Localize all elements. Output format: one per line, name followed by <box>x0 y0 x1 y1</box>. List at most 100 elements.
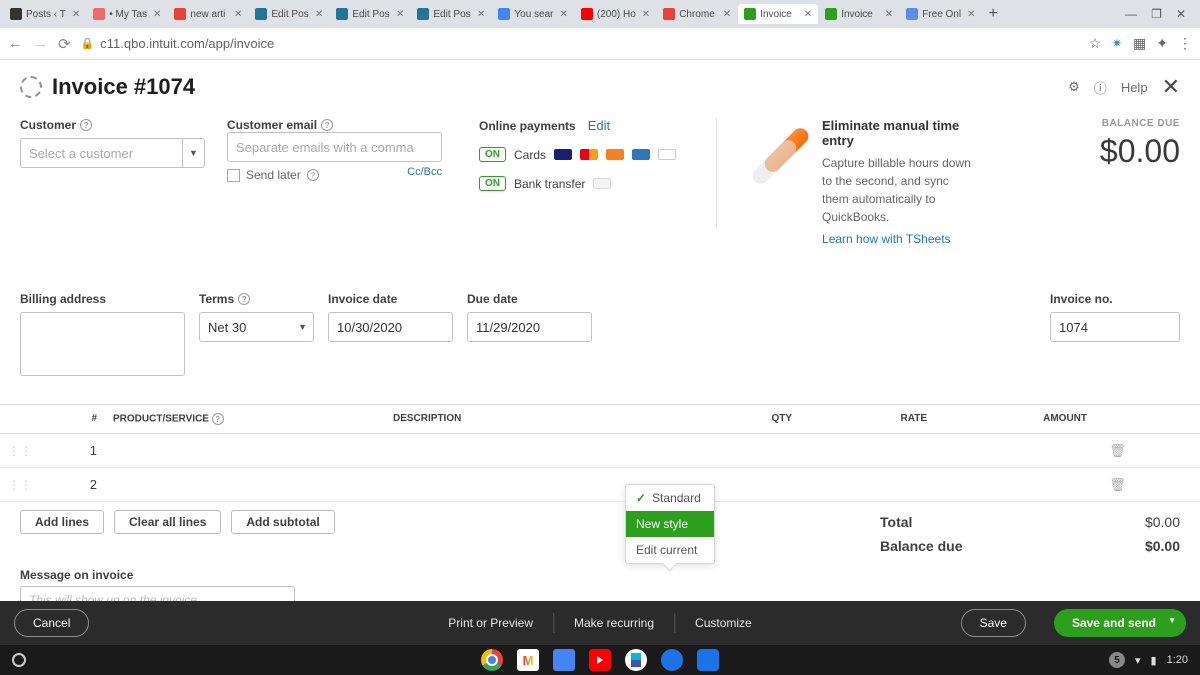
minimize-icon[interactable]: — <box>1125 7 1137 21</box>
terms-select[interactable]: Net 30 ▼ <box>199 312 314 342</box>
invoice-no-label: Invoice no. <box>1050 292 1113 306</box>
menu-icon[interactable]: ⋮ <box>1178 35 1192 52</box>
star-icon[interactable]: ☆ <box>1089 35 1102 52</box>
clock[interactable]: 1:20 <box>1167 654 1188 666</box>
close-icon[interactable]: ✕ <box>560 9 568 20</box>
history-icon[interactable] <box>20 76 42 98</box>
save-send-button[interactable]: Save and send <box>1054 609 1186 637</box>
drag-handle-icon[interactable]: ⋮⋮ <box>0 444 40 458</box>
tab-editpost1[interactable]: Edit Pos✕ <box>249 4 329 24</box>
clear-lines-button[interactable]: Clear all lines <box>114 510 221 534</box>
invoice-date-input[interactable]: 10/30/2020 <box>328 312 453 342</box>
extension-box-icon[interactable]: ▦ <box>1133 35 1146 52</box>
customer-select[interactable]: Select a customer ▼ <box>20 138 205 168</box>
trash-icon[interactable]: 🗑 <box>1095 477 1140 493</box>
close-icon[interactable]: ✕ <box>642 9 650 20</box>
dropdown-item-newstyle[interactable]: New style <box>626 511 714 537</box>
back-icon[interactable]: ← <box>8 35 23 52</box>
chevron-down-icon: ▼ <box>298 322 307 332</box>
close-icon[interactable]: ✕ <box>153 9 161 20</box>
close-icon[interactable]: ✕ <box>967 9 975 20</box>
close-icon[interactable]: ✕ <box>234 9 242 20</box>
print-preview-link[interactable]: Print or Preview <box>448 616 533 630</box>
billing-address-input[interactable] <box>20 312 185 376</box>
edit-payments-link[interactable]: Edit <box>588 118 610 133</box>
table-row[interactable]: ⋮⋮ 1 🗑 <box>0 434 1200 468</box>
make-recurring-link[interactable]: Make recurring <box>574 616 654 630</box>
email-input[interactable]: Separate emails with a comma <box>227 132 442 162</box>
close-icon[interactable]: ✕ <box>72 9 80 20</box>
wifi-icon[interactable]: ▾ <box>1135 654 1141 667</box>
help-link[interactable]: Help <box>1121 80 1148 95</box>
cards-toggle[interactable]: ON <box>479 147 506 162</box>
close-window-icon[interactable]: ✕ <box>1176 7 1186 21</box>
gear-icon[interactable]: ⚙ <box>1068 79 1080 95</box>
balance-due-label: Balance due <box>880 538 962 554</box>
notification-badge[interactable]: 5 <box>1109 652 1125 668</box>
drag-handle-icon[interactable]: ⋮⋮ <box>0 478 40 492</box>
tab-posts[interactable]: Posts ‹ T✕ <box>4 4 86 24</box>
close-icon[interactable]: ✕ <box>315 9 323 20</box>
add-subtotal-button[interactable]: Add subtotal <box>231 510 334 534</box>
gmail-app-icon[interactable] <box>517 649 539 671</box>
cancel-button[interactable]: Cancel <box>14 609 89 637</box>
tab-yousearch[interactable]: You sear✕ <box>492 4 574 24</box>
docs-app-icon[interactable] <box>553 649 575 671</box>
info-icon[interactable]: ? <box>238 293 250 305</box>
reload-icon[interactable]: ⟳ <box>58 35 71 53</box>
chrome-app-icon[interactable] <box>481 649 503 671</box>
dropdown-item-editcurrent[interactable]: Edit current <box>626 537 714 563</box>
tab-gmail[interactable]: new arti✕ <box>168 4 248 24</box>
close-icon[interactable]: ✕ <box>804 9 812 20</box>
online-payments-label: Online payments <box>479 119 576 133</box>
close-icon[interactable]: ✕ <box>396 9 404 20</box>
close-icon[interactable]: ✕ <box>723 9 731 20</box>
tab-editpost3[interactable]: Edit Pos✕ <box>411 4 491 24</box>
promo-title: Eliminate manual time entry <box>822 118 972 148</box>
chevron-down-icon[interactable]: ▼ <box>182 139 204 167</box>
trash-icon[interactable]: 🗑 <box>1095 443 1140 459</box>
os-taskbar: 5 ▾ ▮ 1:20 <box>0 645 1200 675</box>
tab-youtube[interactable]: (200) Ho✕ <box>575 4 656 24</box>
close-panel-icon[interactable]: ✕ <box>1162 74 1180 100</box>
tab-editpost2[interactable]: Edit Pos✕ <box>330 4 410 24</box>
add-lines-button[interactable]: Add lines <box>20 510 104 534</box>
new-tab-button[interactable]: + <box>982 3 1003 25</box>
tab-invoice-active[interactable]: Invoice✕ <box>738 4 818 24</box>
forward-icon[interactable]: → <box>33 35 48 52</box>
col-qty: QTY <box>665 413 800 425</box>
launcher-icon[interactable] <box>12 653 26 667</box>
tab-freeonline[interactable]: Free Onl✕ <box>900 4 981 24</box>
extension-icon[interactable]: ✴ <box>1111 35 1123 52</box>
battery-icon[interactable]: ▮ <box>1151 654 1157 667</box>
messages-app-icon[interactable] <box>661 649 683 671</box>
table-row[interactable]: ⋮⋮ 2 🗑 <box>0 468 1200 502</box>
tab-chrome[interactable]: Chrome✕ <box>657 4 737 24</box>
promo-link[interactable]: Learn how with TSheets <box>822 232 972 246</box>
bank-toggle[interactable]: ON <box>479 176 506 191</box>
mastercard-icon <box>580 149 598 160</box>
youtube-app-icon[interactable] <box>589 649 611 671</box>
extensions-icon[interactable]: ✦ <box>1156 35 1168 52</box>
close-icon[interactable]: ✕ <box>885 9 893 20</box>
maximize-icon[interactable]: ❐ <box>1151 7 1162 21</box>
help-icon[interactable]: ⓘ <box>1094 78 1107 97</box>
tab-mytasks[interactable]: • My Tas✕ <box>87 4 167 24</box>
send-later-checkbox[interactable] <box>227 169 240 182</box>
action-bar: Cancel Print or Preview Make recurring C… <box>0 601 1200 645</box>
ccbcc-link[interactable]: Cc/Bcc <box>407 166 442 178</box>
info-icon[interactable]: ? <box>212 413 224 425</box>
info-icon[interactable]: ? <box>321 119 333 131</box>
tab-invoice2[interactable]: Invoice✕ <box>819 4 899 24</box>
save-button[interactable]: Save <box>961 609 1026 637</box>
dropdown-item-standard[interactable]: Standard <box>626 485 714 511</box>
invoice-no-input[interactable]: 1074 <box>1050 312 1180 342</box>
due-date-input[interactable]: 11/29/2020 <box>467 312 592 342</box>
url-display[interactable]: 🔒 c11.qbo.intuit.com/app/invoice <box>81 36 275 51</box>
customize-link[interactable]: Customize <box>695 616 752 630</box>
info-icon[interactable]: ? <box>307 169 319 181</box>
files-app-icon[interactable] <box>697 649 719 671</box>
info-icon[interactable]: ? <box>80 119 92 131</box>
close-icon[interactable]: ✕ <box>477 9 485 20</box>
play-app-icon[interactable] <box>625 649 647 671</box>
